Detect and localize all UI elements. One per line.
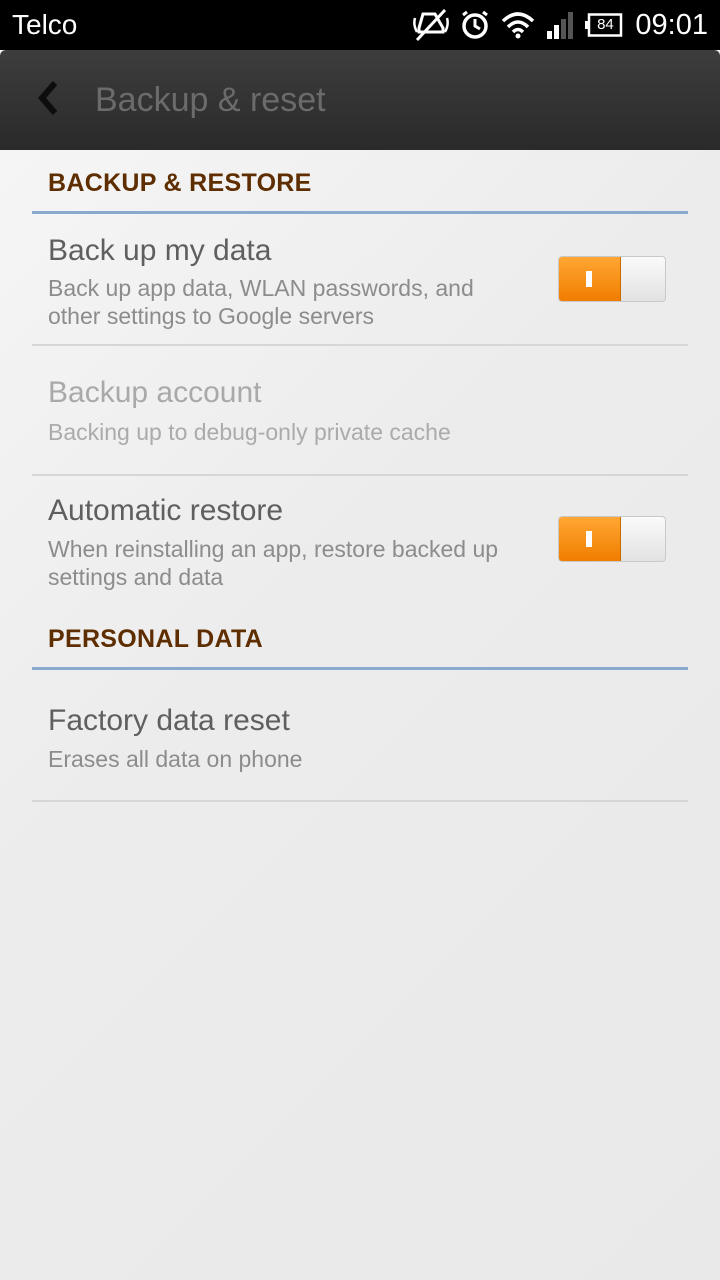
- wifi-icon: [501, 11, 535, 39]
- signal-icon: [545, 11, 575, 39]
- battery-icon: 84: [585, 13, 623, 37]
- pref-title: Factory data reset: [48, 704, 290, 737]
- pref-summary: Backing up to debug-only private cache: [48, 419, 451, 445]
- toggle-on-icon: [586, 531, 592, 547]
- page-title: Backup & reset: [95, 81, 326, 119]
- silent-icon: [413, 8, 450, 42]
- status-bar: Telco 84 09:01: [0, 0, 720, 50]
- clock: 09:01: [635, 8, 708, 41]
- pref-automatic-restore[interactable]: Automatic restore When reinstalling an a…: [32, 476, 688, 608]
- back-up-data-toggle[interactable]: [558, 256, 666, 302]
- pref-summary: Back up app data, WLAN passwords, and ot…: [48, 275, 474, 329]
- pref-summary: When reinstalling an app, restore backed…: [48, 536, 499, 590]
- alarm-icon: [459, 9, 491, 41]
- toggle-on-icon: [586, 271, 592, 287]
- section-header-label: PERSONAL DATA: [48, 625, 264, 653]
- automatic-restore-toggle[interactable]: [558, 516, 666, 562]
- action-bar: Backup & reset: [0, 50, 720, 150]
- pref-title: Automatic restore: [48, 494, 284, 527]
- back-chevron-icon: [37, 80, 59, 121]
- pref-back-up-my-data[interactable]: Back up my data Back up app data, WLAN p…: [32, 214, 688, 346]
- carrier-name: Telco: [12, 9, 78, 40]
- section-header-personal-data: PERSONAL DATA: [32, 608, 688, 670]
- section-header-label: BACKUP & RESTORE: [48, 169, 312, 197]
- status-icons: 84 09:01: [413, 8, 708, 42]
- pref-backup-account[interactable]: Backup account Backing up to debug-only …: [32, 346, 688, 476]
- section-header-backup-restore: BACKUP & RESTORE: [32, 150, 688, 214]
- back-button[interactable]: [26, 74, 70, 126]
- pref-factory-data-reset[interactable]: Factory data reset Erases all data on ph…: [32, 670, 688, 802]
- battery-level: 84: [597, 16, 614, 33]
- pref-title: Back up my data: [48, 234, 272, 267]
- pref-title: Backup account: [48, 376, 262, 409]
- pref-summary: Erases all data on phone: [48, 746, 303, 772]
